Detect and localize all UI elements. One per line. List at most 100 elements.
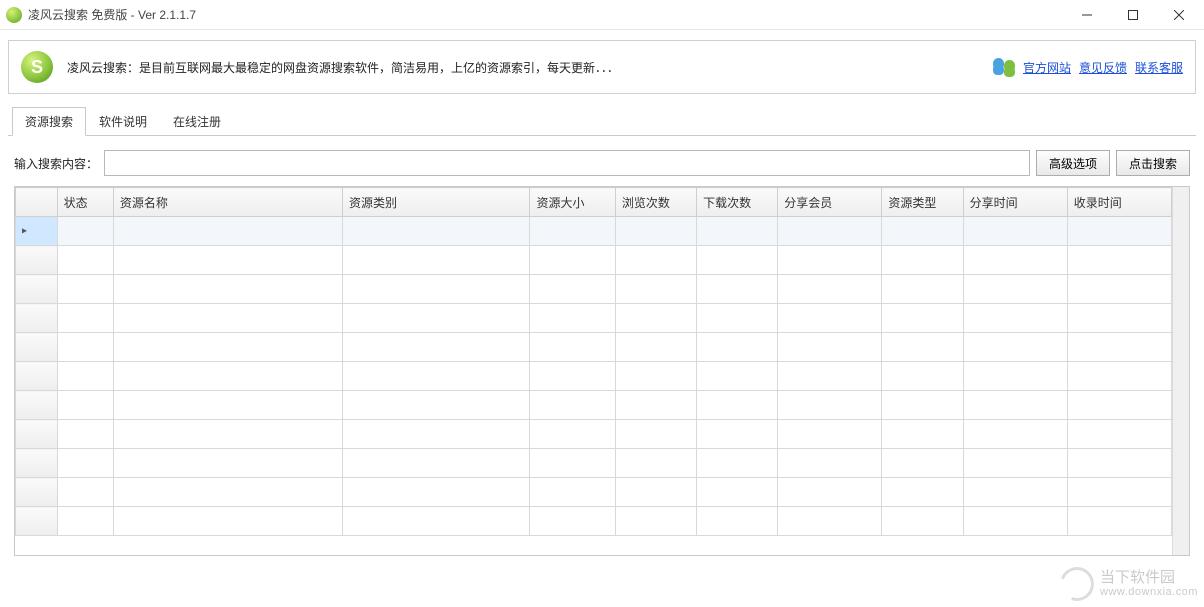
table-row[interactable]	[16, 362, 1172, 391]
search-row: 输入搜索内容： 高级选项 点击搜索	[8, 136, 1196, 186]
table-row[interactable]	[16, 217, 1172, 246]
close-button[interactable]	[1156, 0, 1202, 30]
cell	[1067, 449, 1171, 478]
row-header[interactable]	[16, 217, 58, 246]
search-button[interactable]: 点击搜索	[1116, 150, 1190, 176]
cell	[963, 246, 1067, 275]
cell	[963, 449, 1067, 478]
cell	[615, 362, 696, 391]
cell	[57, 362, 113, 391]
col-member[interactable]: 分享会员	[778, 188, 882, 217]
row-header[interactable]	[16, 275, 58, 304]
cell	[57, 333, 113, 362]
cell	[778, 362, 882, 391]
cell	[57, 217, 113, 246]
col-status[interactable]: 状态	[57, 188, 113, 217]
col-type[interactable]: 资源类型	[882, 188, 963, 217]
tab-register[interactable]: 在线注册	[160, 107, 234, 136]
cell	[1067, 304, 1171, 333]
cell	[882, 449, 963, 478]
col-size[interactable]: 资源大小	[530, 188, 615, 217]
cell	[778, 304, 882, 333]
link-feedback[interactable]: 意见反馈	[1079, 59, 1127, 76]
minimize-button[interactable]	[1064, 0, 1110, 30]
cell	[113, 333, 342, 362]
cell	[530, 478, 615, 507]
cell	[697, 362, 778, 391]
tab-about[interactable]: 软件说明	[86, 107, 160, 136]
cell	[963, 507, 1067, 536]
row-header[interactable]	[16, 420, 58, 449]
cell	[963, 217, 1067, 246]
cell	[778, 420, 882, 449]
row-header[interactable]	[16, 362, 58, 391]
cell	[1067, 275, 1171, 304]
cell	[615, 246, 696, 275]
vertical-scrollbar[interactable]	[1172, 187, 1189, 555]
logo-letter: S	[31, 57, 43, 78]
row-header[interactable]	[16, 333, 58, 362]
col-share-time[interactable]: 分享时间	[963, 188, 1067, 217]
cell	[778, 217, 882, 246]
cell	[615, 275, 696, 304]
cell	[113, 449, 342, 478]
table-row[interactable]	[16, 304, 1172, 333]
table-row[interactable]	[16, 275, 1172, 304]
cell	[530, 304, 615, 333]
col-name[interactable]: 资源名称	[113, 188, 342, 217]
cell	[615, 333, 696, 362]
cell	[57, 304, 113, 333]
tab-label: 软件说明	[99, 115, 147, 129]
col-views[interactable]: 浏览次数	[615, 188, 696, 217]
row-header[interactable]	[16, 304, 58, 333]
cell	[697, 217, 778, 246]
row-header[interactable]	[16, 391, 58, 420]
link-support[interactable]: 联系客服	[1135, 59, 1183, 76]
cell	[963, 275, 1067, 304]
cell	[615, 507, 696, 536]
table-row[interactable]	[16, 391, 1172, 420]
row-header[interactable]	[16, 507, 58, 536]
cell	[778, 507, 882, 536]
table-row[interactable]	[16, 478, 1172, 507]
table-row[interactable]	[16, 449, 1172, 478]
maximize-button[interactable]	[1110, 0, 1156, 30]
row-header[interactable]	[16, 449, 58, 478]
row-header[interactable]	[16, 246, 58, 275]
cell	[778, 333, 882, 362]
col-downloads[interactable]: 下载次数	[697, 188, 778, 217]
cell	[882, 275, 963, 304]
tabs: 资源搜索 软件说明 在线注册	[8, 106, 1196, 136]
col-category[interactable]: 资源类别	[343, 188, 530, 217]
row-header[interactable]	[16, 478, 58, 507]
cell	[113, 275, 342, 304]
col-record-time[interactable]: 收录时间	[1067, 188, 1171, 217]
cell	[57, 275, 113, 304]
cell	[1067, 333, 1171, 362]
row-header-corner[interactable]	[16, 188, 58, 217]
cell	[113, 507, 342, 536]
table-row[interactable]	[16, 507, 1172, 536]
cell	[530, 217, 615, 246]
search-input[interactable]	[104, 150, 1030, 176]
window-title: 凌风云搜索 免费版 - Ver 2.1.1.7	[28, 6, 196, 23]
table-row[interactable]	[16, 333, 1172, 362]
cell	[882, 420, 963, 449]
cell	[113, 362, 342, 391]
cell	[882, 391, 963, 420]
cell	[963, 420, 1067, 449]
watermark-logo-icon	[1054, 561, 1099, 606]
link-official-site[interactable]: 官方网站	[1023, 59, 1071, 76]
cell	[343, 420, 530, 449]
cell	[882, 362, 963, 391]
table-row[interactable]	[16, 246, 1172, 275]
advanced-options-button[interactable]: 高级选项	[1036, 150, 1110, 176]
tab-search[interactable]: 资源搜索	[12, 107, 86, 136]
cell	[343, 478, 530, 507]
cell	[697, 333, 778, 362]
table-row[interactable]	[16, 420, 1172, 449]
cell	[882, 217, 963, 246]
cell	[963, 333, 1067, 362]
watermark-name: 当下软件园	[1100, 570, 1198, 587]
cell	[530, 449, 615, 478]
